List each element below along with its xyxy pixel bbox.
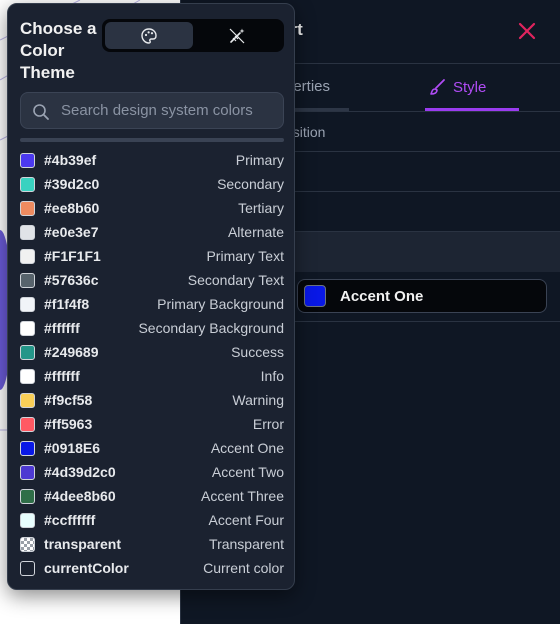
color-hex: #4b39ef xyxy=(44,152,97,168)
color-hex: #ee8b60 xyxy=(44,200,100,216)
color-item-primary[interactable]: #4b39ef Primary xyxy=(20,148,284,172)
color-swatch xyxy=(20,296,35,312)
color-swatch xyxy=(20,272,35,288)
close-button[interactable] xyxy=(514,18,540,44)
color-name: Tertiary xyxy=(238,200,284,216)
color-item-secondary-background[interactable]: #ffffff Secondary Background xyxy=(20,316,284,340)
list-scrollbar[interactable] xyxy=(20,138,284,142)
palette-icon xyxy=(141,27,157,44)
color-list: #4b39ef Primary #39d2c0 Secondary #ee8b6… xyxy=(20,148,284,580)
picker-mode-toggle xyxy=(102,19,284,52)
color-item-tertiary[interactable]: #ee8b60 Tertiary xyxy=(20,196,284,220)
color-item-secondary[interactable]: #39d2c0 Secondary xyxy=(20,172,284,196)
color-name: Error xyxy=(252,416,284,432)
color-item-primary-background[interactable]: #f1f4f8 Primary Background xyxy=(20,292,284,316)
color-item-primary-text[interactable]: #F1F1F1 Primary Text xyxy=(20,244,284,268)
color-name: Primary Text xyxy=(206,248,284,264)
color-swatch xyxy=(20,224,35,240)
color-swatch xyxy=(20,536,35,552)
color-name: Warning xyxy=(232,392,284,408)
color-swatch xyxy=(20,200,35,216)
color-name: Primary Background xyxy=(157,296,284,312)
color-hex: #ffffff xyxy=(44,320,80,336)
color-name: Accent Four xyxy=(208,512,284,528)
color-swatch xyxy=(20,464,35,480)
color-name: Info xyxy=(260,368,284,384)
color-hex: #e0e3e7 xyxy=(44,224,99,240)
color-item-secondary-text[interactable]: #57636c Secondary Text xyxy=(20,268,284,292)
color-search xyxy=(20,92,284,129)
color-swatch xyxy=(20,512,35,528)
color-item-transparent[interactable]: transparent Transparent xyxy=(20,532,284,556)
color-swatch xyxy=(20,560,35,576)
brush-icon xyxy=(430,79,445,95)
color-item-accent-one[interactable]: #0918E6 Accent One xyxy=(20,436,284,460)
color-name: Secondary Text xyxy=(187,272,284,288)
color-name: Secondary Background xyxy=(138,320,284,336)
palette-mode-button[interactable] xyxy=(105,22,193,49)
color-name: Accent One xyxy=(210,440,284,456)
search-icon xyxy=(33,104,49,120)
color-hex: #39d2c0 xyxy=(44,176,100,192)
color-hex: #4d39d2c0 xyxy=(44,464,116,480)
tab-style[interactable]: Style xyxy=(429,78,486,96)
color-hex: currentColor xyxy=(44,560,129,576)
color-swatch xyxy=(20,488,35,504)
color-name: Primary xyxy=(235,152,284,168)
color-name: Secondary xyxy=(217,176,284,192)
color-field-swatch xyxy=(304,285,326,307)
color-item-warning[interactable]: #f9cf58 Warning xyxy=(20,388,284,412)
color-search-input[interactable] xyxy=(61,93,279,128)
magic-wand-mode-button[interactable] xyxy=(193,22,281,49)
color-swatch xyxy=(20,368,35,384)
color-swatch xyxy=(20,320,35,336)
color-item-success[interactable]: #249689 Success xyxy=(20,340,284,364)
color-swatch xyxy=(20,416,35,432)
color-swatch xyxy=(20,152,35,168)
color-name: Alternate xyxy=(227,224,284,240)
color-hex: #0918E6 xyxy=(44,440,101,456)
color-item-alternate[interactable]: #e0e3e7 Alternate xyxy=(20,220,284,244)
color-hex: #ff5963 xyxy=(44,416,93,432)
color-swatch xyxy=(20,176,35,192)
color-swatch xyxy=(20,248,35,264)
close-icon xyxy=(518,22,536,40)
color-hex: #57636c xyxy=(44,272,99,288)
color-item-accent-four[interactable]: #ccffffff Accent Four xyxy=(20,508,284,532)
color-field[interactable]: Accent One xyxy=(297,279,547,313)
tab-style-indicator xyxy=(425,108,519,111)
color-hex: #F1F1F1 xyxy=(44,248,101,264)
color-item-current-color[interactable]: currentColor Current color xyxy=(20,556,284,580)
color-name: Success xyxy=(231,344,284,360)
color-item-info[interactable]: #ffffff Info xyxy=(20,364,284,388)
color-hex: #f1f4f8 xyxy=(44,296,90,312)
color-name: Accent Two xyxy=(211,464,284,480)
color-hex: transparent xyxy=(44,536,122,552)
color-hex: #249689 xyxy=(44,344,99,360)
color-swatch xyxy=(20,344,35,360)
color-item-accent-three[interactable]: #4dee8b60 Accent Three xyxy=(20,484,284,508)
color-item-error[interactable]: #ff5963 Error xyxy=(20,412,284,436)
magic-wand-icon xyxy=(229,28,245,43)
color-hex: #ccffffff xyxy=(44,512,96,528)
color-theme-popover: Choose a Color Theme Search design syste… xyxy=(7,3,295,590)
color-name: Transparent xyxy=(209,536,284,552)
color-hex: #4dee8b60 xyxy=(44,488,116,504)
color-field-label: Accent One xyxy=(340,287,424,305)
color-swatch xyxy=(20,440,35,456)
color-hex: #ffffff xyxy=(44,368,80,384)
color-hex: #f9cf58 xyxy=(44,392,93,408)
color-name: Current color xyxy=(203,560,284,576)
tab-style-label: Style xyxy=(453,78,487,96)
color-name: Accent Three xyxy=(200,488,284,504)
color-swatch xyxy=(20,392,35,408)
color-item-accent-two[interactable]: #4d39d2c0 Accent Two xyxy=(20,460,284,484)
popover-title: Choose a Color Theme xyxy=(20,19,97,82)
